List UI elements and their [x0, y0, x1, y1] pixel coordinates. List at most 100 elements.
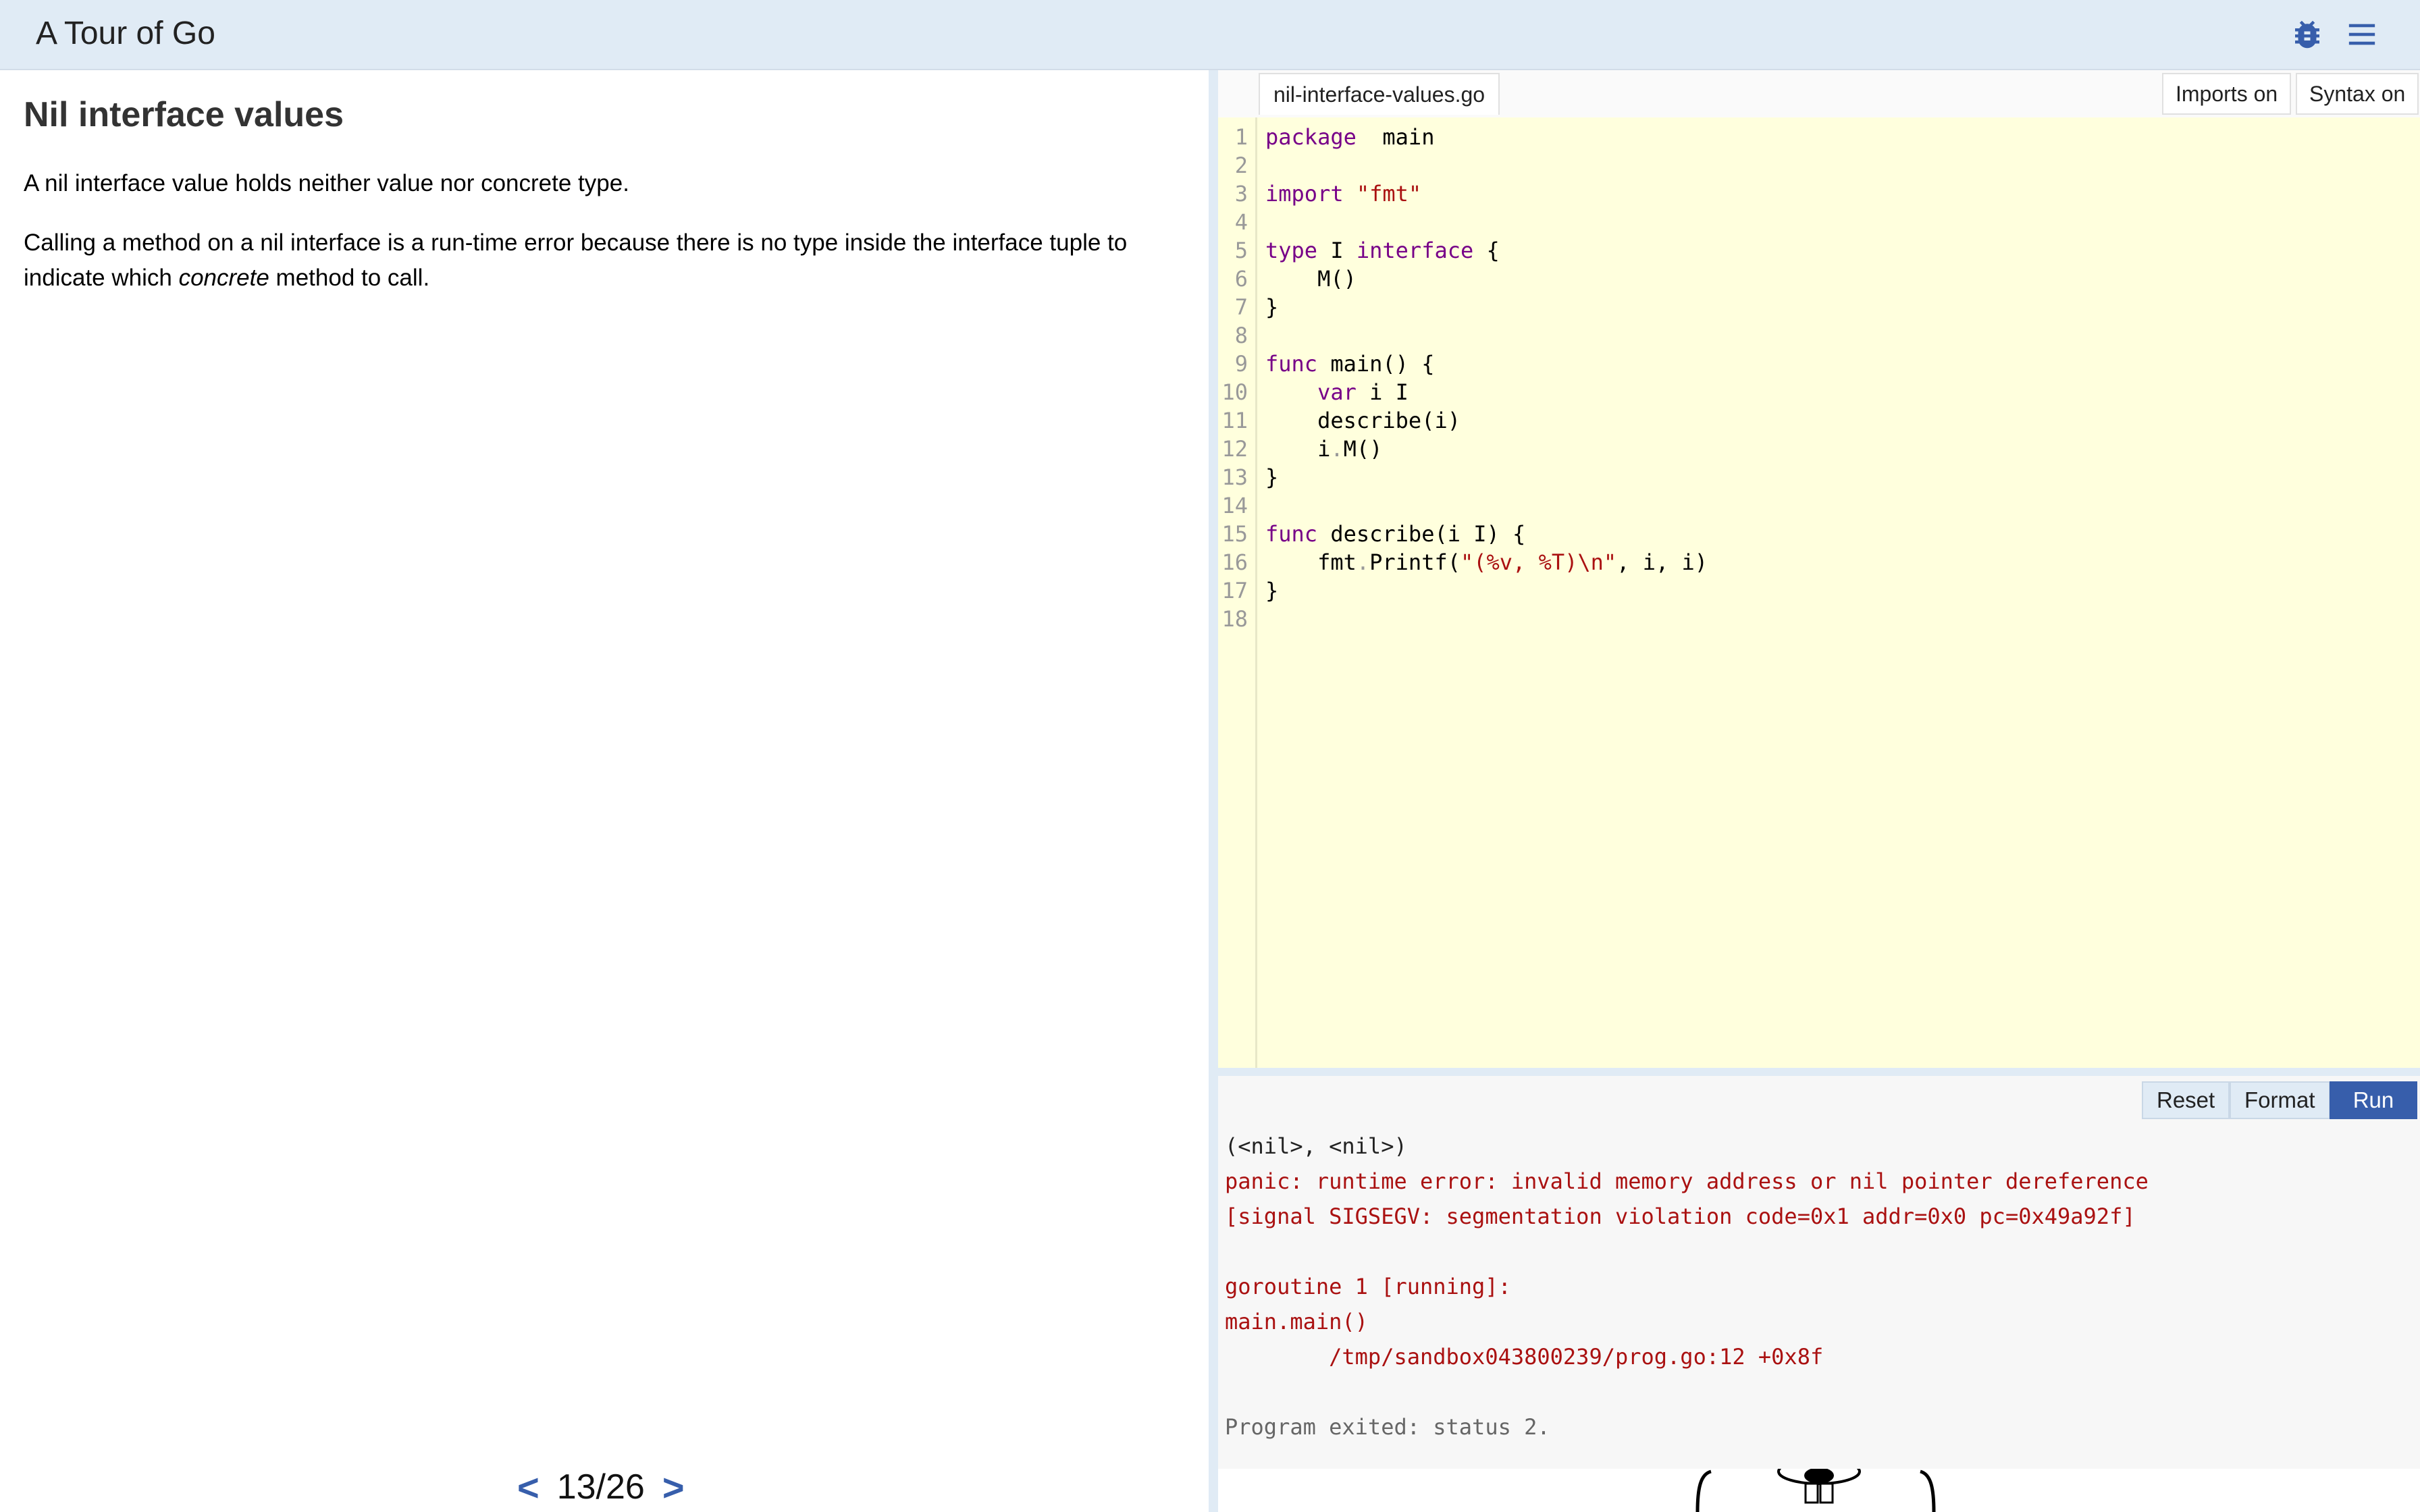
line-number: 13: [1221, 464, 1248, 490]
output-error-line: main.main(): [1225, 1309, 1368, 1334]
line-number: 15: [1221, 521, 1248, 547]
code-keyword: func: [1265, 351, 1318, 377]
code-line[interactable]: 17}: [1218, 576, 2420, 605]
bug-icon[interactable]: [2289, 16, 2325, 53]
run-button[interactable]: Run: [2330, 1081, 2417, 1119]
code-token: .: [1330, 436, 1344, 462]
code-line[interactable]: 4: [1218, 208, 2420, 236]
line-number: 18: [1221, 606, 1248, 632]
code-token: describe(i): [1265, 408, 1461, 433]
file-tab[interactable]: nil-interface-values.go: [1259, 73, 1500, 115]
code-line[interactable]: 1 package main: [1218, 123, 2420, 151]
code-line[interactable]: 6 M(): [1218, 265, 2420, 293]
code-text[interactable]: func main() {: [1265, 350, 1434, 378]
gopher-area: [1218, 1469, 2420, 1512]
code-line[interactable]: 11 describe(i): [1218, 406, 2420, 435]
code-text[interactable]: fmt.Printf("(%v, %T)\n", i, i): [1265, 548, 1708, 576]
line-number: 16: [1221, 549, 1248, 575]
syntax-toggle-button[interactable]: Syntax on: [2296, 73, 2419, 115]
app-title[interactable]: A Tour of Go: [36, 15, 215, 52]
line-number: 8: [1234, 323, 1248, 348]
next-page-button[interactable]: >: [662, 1465, 685, 1509]
line-number: 14: [1221, 493, 1248, 518]
code-line[interactable]: 8: [1218, 321, 2420, 350]
code-line[interactable]: 2: [1218, 151, 2420, 180]
line-number: 2: [1234, 153, 1248, 178]
lesson-emphasis: concrete: [178, 265, 269, 291]
previous-page-button[interactable]: <: [517, 1465, 540, 1509]
code-line[interactable]: 14: [1218, 491, 2420, 520]
code-editor[interactable]: 1 package main 2 3 import "fmt" 4 5 type I inte…: [1218, 117, 2420, 1071]
code-line[interactable]: 13}: [1218, 463, 2420, 491]
format-button[interactable]: Format: [2230, 1081, 2330, 1119]
page-navigation: < 13/26 >: [517, 1463, 685, 1511]
code-token: i I: [1356, 379, 1409, 405]
code-text[interactable]: }: [1265, 463, 1278, 491]
lesson-title: Nil interface values: [24, 95, 344, 134]
code-keyword: func: [1265, 521, 1318, 547]
code-line[interactable]: 18: [1218, 605, 2420, 633]
code-text[interactable]: }: [1265, 576, 1278, 605]
code-keyword: interface: [1356, 238, 1474, 263]
code-token: , i, i): [1616, 549, 1708, 575]
code-token: fmt: [1265, 549, 1357, 575]
line-number: 1: [1234, 124, 1248, 150]
gopher-mascot-icon: [1695, 1469, 1936, 1512]
line-number: 10: [1221, 379, 1248, 405]
code-text[interactable]: var i I: [1265, 378, 1409, 406]
pane-divider[interactable]: [1209, 70, 1218, 1512]
code-keyword: import: [1265, 181, 1344, 207]
output-error-line: panic: runtime error: invalid memory add…: [1225, 1168, 2149, 1194]
code-text[interactable]: i.M(): [1265, 435, 1382, 463]
lesson-paragraph: A nil interface value holds neither valu…: [24, 170, 629, 196]
code-token: {: [1473, 238, 1500, 263]
code-line[interactable]: 15 func describe(i I) {: [1218, 520, 2420, 548]
imports-toggle-button[interactable]: Imports on: [2162, 73, 2292, 115]
code-line[interactable]: 12 i.M(): [1218, 435, 2420, 463]
output-toolbar: Reset Format Run: [1218, 1076, 2420, 1123]
top-bar: A Tour of Go: [0, 0, 2420, 70]
code-string: "fmt": [1356, 181, 1422, 207]
line-number: 11: [1221, 408, 1248, 433]
editor-pane: nil-interface-values.go Imports on Synta…: [1218, 70, 2420, 1073]
output-error-line: [signal SIGSEGV: segmentation violation …: [1225, 1204, 2136, 1229]
output-status-line: Program exited: status 2.: [1225, 1414, 1550, 1440]
code-line[interactable]: 9 func main() {: [1218, 350, 2420, 378]
code-token: .: [1356, 549, 1370, 575]
lesson-paragraph: Calling a method on a nil interface is a…: [24, 225, 1172, 296]
output-line: (<nil>, <nil>): [1225, 1133, 1407, 1159]
code-text[interactable]: type I interface {: [1265, 236, 1500, 265]
line-number: 6: [1234, 266, 1248, 292]
code-keyword: package: [1265, 124, 1357, 150]
code-token: M(): [1343, 436, 1383, 462]
code-line[interactable]: 10 var i I: [1218, 378, 2420, 406]
code-text[interactable]: }: [1265, 293, 1278, 321]
code-token: }: [1265, 578, 1279, 603]
hamburger-menu-icon[interactable]: [2346, 19, 2378, 50]
code-text[interactable]: import "fmt": [1265, 180, 1421, 208]
line-number: 7: [1234, 294, 1248, 320]
output-error-line: /tmp/sandbox043800239/prog.go:12 +0x8f: [1225, 1344, 1824, 1370]
code-token: describe(i I) {: [1317, 521, 1526, 547]
page-indicator[interactable]: 13/26: [557, 1467, 645, 1507]
program-output: (<nil>, <nil>) panic: runtime error: inva…: [1218, 1123, 2420, 1469]
code-line[interactable]: 5 type I interface {: [1218, 236, 2420, 265]
line-number: 12: [1221, 436, 1248, 462]
line-number: 4: [1234, 209, 1248, 235]
code-line[interactable]: 7}: [1218, 293, 2420, 321]
code-text[interactable]: describe(i): [1265, 406, 1461, 435]
code-token: I: [1317, 238, 1357, 263]
code-text[interactable]: package main: [1265, 123, 1434, 151]
code-keyword: type: [1265, 238, 1318, 263]
code-keyword: var: [1317, 379, 1357, 405]
line-number: 9: [1234, 351, 1248, 377]
code-token: main: [1356, 124, 1435, 150]
code-line[interactable]: 3 import "fmt": [1218, 180, 2420, 208]
code-text[interactable]: M(): [1265, 265, 1357, 293]
output-divider[interactable]: [1218, 1068, 2420, 1076]
code-line[interactable]: 16 fmt.Printf("(%v, %T)\n", i, i): [1218, 548, 2420, 576]
code-text[interactable]: func describe(i I) {: [1265, 520, 1525, 548]
reset-button[interactable]: Reset: [2142, 1081, 2230, 1119]
